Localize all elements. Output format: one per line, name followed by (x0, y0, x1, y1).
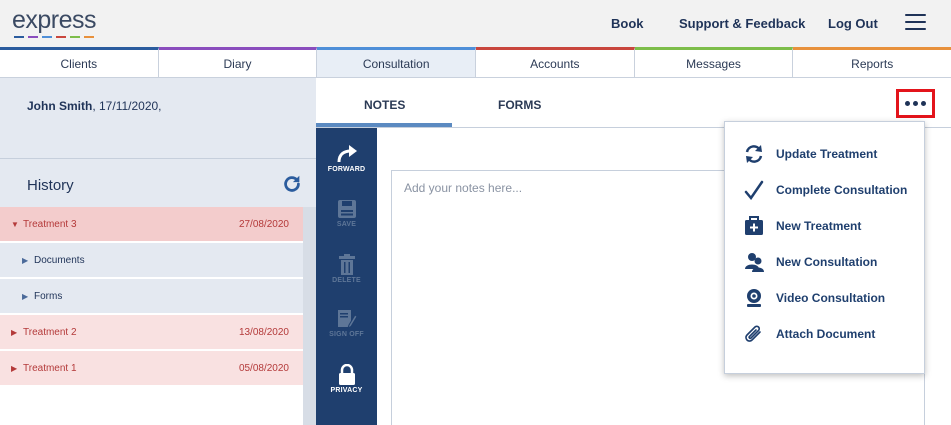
collapsed-arrow-icon: ▶ (11, 327, 18, 337)
tab-clients[interactable]: Clients (0, 47, 159, 78)
menu-item-new-treatment[interactable]: New Treatment (725, 208, 924, 244)
trash-icon (338, 254, 355, 275)
menu-item-label: New Consultation (776, 255, 878, 269)
menu-item-label: Complete Consultation (776, 183, 908, 197)
tab-messages[interactable]: Messages (634, 47, 794, 78)
notes-toolbar: FORWARD SAVE DELETE SIGN OFF PRIVACY (316, 128, 377, 425)
webcam-icon (747, 289, 761, 307)
collapsed-arrow-icon: ▶ (11, 363, 18, 373)
hamburger-icon[interactable] (905, 14, 926, 31)
subtab-forms[interactable]: FORMS (498, 98, 541, 112)
sign-off-label: SIGN OFF (329, 331, 364, 338)
row-date: 27/08/2020 (238, 218, 289, 230)
logout-link[interactable]: Log Out (828, 16, 878, 31)
history-row-treatment-3[interactable]: ▼ Treatment 3 27/08/2020 (0, 207, 303, 242)
menu-item-complete-consultation[interactable]: Complete Consultation (725, 172, 924, 208)
refresh-icon (745, 145, 763, 163)
row-label: Treatment 2 (23, 326, 77, 338)
book-link[interactable]: Book (611, 16, 644, 31)
patient-details: , 17/11/2020, (92, 99, 162, 113)
row-date: 05/08/2020 (238, 362, 289, 374)
main-tabs: Clients Diary Consultation Accounts Mess… (0, 47, 951, 78)
tab-consultation[interactable]: Consultation (317, 47, 477, 78)
save-button[interactable]: SAVE (316, 199, 377, 254)
history-row-documents[interactable]: ▶ Documents (0, 243, 303, 278)
forward-label: FORWARD (327, 166, 366, 173)
people-icon (745, 253, 764, 272)
menu-item-attach-document[interactable]: Attach Document (725, 316, 924, 352)
checkmark-icon (744, 180, 764, 200)
padlock-icon (338, 364, 355, 385)
history-header: History (0, 158, 316, 208)
more-options-button[interactable] (896, 89, 935, 118)
support-feedback-link[interactable]: Support & Feedback (679, 16, 805, 31)
row-label: Forms (34, 290, 63, 302)
privacy-button[interactable]: PRIVACY (316, 364, 377, 419)
subtab-notes[interactable]: NOTES (364, 98, 405, 112)
menu-item-label: Video Consultation (776, 291, 886, 305)
tab-reports[interactable]: Reports (793, 47, 951, 78)
collapsed-arrow-icon: ▶ (22, 255, 29, 265)
tab-accounts[interactable]: Accounts (476, 47, 635, 78)
delete-label: DELETE (332, 277, 361, 284)
patient-name: John Smith (27, 99, 93, 113)
app-logo[interactable]: express (12, 6, 97, 38)
dot-icon (921, 101, 926, 106)
history-row-treatment-2[interactable]: ▶ Treatment 2 13/08/2020 (0, 315, 303, 350)
app-header: express Book Support & Feedback Log Out (0, 0, 951, 47)
paperclip-icon (745, 325, 761, 342)
menu-item-update-treatment[interactable]: Update Treatment (725, 136, 924, 172)
menu-item-label: Update Treatment (776, 147, 878, 161)
history-list: ▼ Treatment 3 27/08/2020 ▶ Documents ▶ F… (0, 207, 303, 425)
history-row-forms[interactable]: ▶ Forms (0, 279, 303, 314)
logo-text: express (12, 6, 97, 34)
menu-item-label: New Treatment (776, 219, 862, 233)
save-disk-icon (337, 200, 356, 218)
medical-kit-icon (745, 216, 763, 235)
menu-item-video-consultation[interactable]: Video Consultation (725, 280, 924, 316)
delete-button[interactable]: DELETE (316, 254, 377, 309)
refresh-icon[interactable] (281, 173, 303, 195)
save-label: SAVE (336, 221, 357, 228)
history-title: History (27, 177, 74, 194)
more-options-menu: Update Treatment Complete Consultation N… (724, 121, 925, 374)
history-scrollbar[interactable] (303, 207, 316, 425)
sign-off-icon (337, 310, 357, 329)
row-label: Treatment 3 (23, 218, 77, 230)
menu-item-label: Attach Document (776, 327, 876, 341)
history-row-treatment-1[interactable]: ▶ Treatment 1 05/08/2020 (0, 351, 303, 386)
patient-info: John Smith, 17/11/2020, (27, 99, 162, 113)
active-subtab-indicator (316, 123, 452, 127)
menu-item-new-consultation[interactable]: New Consultation (725, 244, 924, 280)
row-label: Documents (34, 254, 85, 266)
logo-color-bars (14, 36, 96, 38)
row-date: 13/08/2020 (238, 326, 289, 338)
expanded-arrow-icon: ▼ (11, 219, 19, 229)
dot-icon (913, 101, 918, 106)
dot-icon (905, 101, 910, 106)
patient-panel: John Smith, 17/11/2020, History ▼ Treatm… (0, 78, 316, 425)
forward-button[interactable]: FORWARD (316, 144, 377, 199)
tab-diary[interactable]: Diary (158, 47, 318, 78)
collapsed-arrow-icon: ▶ (22, 291, 29, 301)
sign-off-button[interactable]: SIGN OFF (316, 309, 377, 364)
privacy-label: PRIVACY (330, 387, 363, 394)
forward-arrow-icon (337, 145, 357, 163)
row-label: Treatment 1 (23, 362, 77, 374)
